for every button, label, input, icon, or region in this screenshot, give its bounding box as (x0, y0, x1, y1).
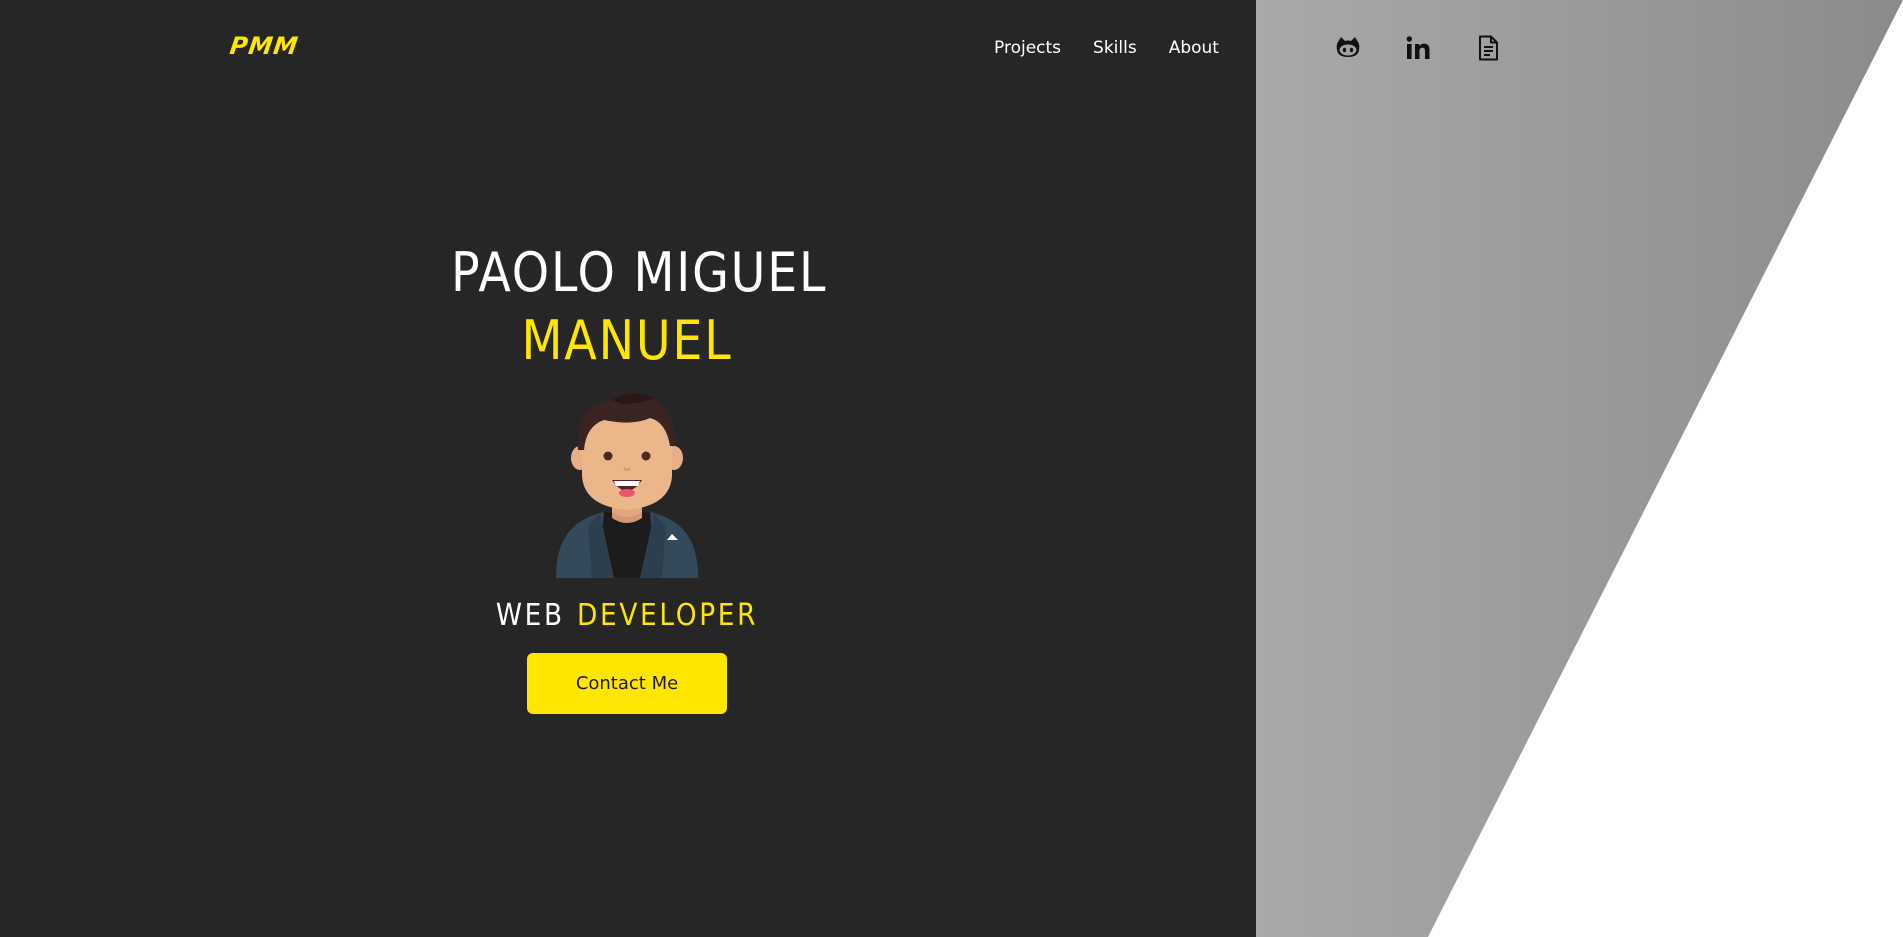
contact-me-button[interactable]: Contact Me (527, 653, 727, 714)
role-prefix: WEB (495, 598, 565, 633)
main-nav: Projects Skills About (994, 38, 1219, 58)
page: PMM Projects Skills About PAOLO MIGUEL M… (0, 0, 1903, 937)
document-icon[interactable] (1474, 34, 1502, 62)
decorative-side-panel (1256, 0, 1903, 937)
nav-link-projects[interactable]: Projects (994, 38, 1061, 58)
nav-link-about[interactable]: About (1169, 38, 1219, 58)
nav-link-skills[interactable]: Skills (1093, 38, 1137, 58)
hero-name-first: PAOLO MIGUEL (451, 241, 828, 304)
avatar-illustration (556, 393, 698, 578)
diagonal-gradient-shape (1256, 0, 1903, 937)
hero-name-last: MANUEL (521, 309, 733, 372)
linkedin-icon[interactable] (1404, 34, 1432, 62)
hero-content: PAOLO MIGUEL MANUEL WEB DEVELOPER Contac… (427, 240, 827, 714)
role-highlight: DEVELOPER (577, 598, 759, 633)
hero-role: WEB DEVELOPER (451, 598, 803, 633)
site-logo[interactable]: PMM (228, 32, 300, 60)
hero-section: PMM Projects Skills About PAOLO MIGUEL M… (0, 0, 1256, 937)
social-links (1334, 34, 1502, 62)
github-icon[interactable] (1334, 34, 1362, 62)
